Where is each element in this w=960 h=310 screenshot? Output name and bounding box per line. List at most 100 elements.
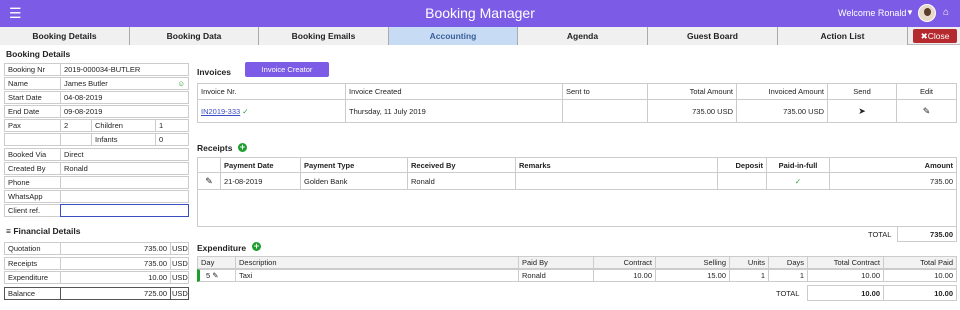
selling-header: Selling [655,256,730,269]
expenditure-selling-cell: 15.00 [655,269,730,282]
invoice-nr-cell: IN2019-333 ✓ [197,99,346,123]
invoiced-amount-header: Invoiced Amount [736,83,828,100]
expenditure-value: 10.00 [60,271,171,284]
sent-to-cell [562,99,648,123]
contract-header: Contract [593,256,656,269]
expenditure-total-paid: 10.00 [883,285,957,301]
avatar[interactable] [918,4,936,22]
expenditure-days-cell: 1 [768,269,808,282]
client-ref-label: Client ref. [4,204,61,217]
payment-type-header: Payment Type [300,157,408,173]
booking-nr-label: Booking Nr [4,63,61,76]
received-by-header: Received By [407,157,516,173]
expenditure-total-contract-cell: 10.00 [807,269,884,282]
created-by-value: Ronald [60,162,189,175]
expenditure-description-cell: Taxi [235,269,519,282]
financial-icon: ≡ [6,226,11,236]
balance-currency: USD [170,287,189,300]
paid-in-full-header: Paid-in-full [766,157,830,173]
invoice-created-cell: Thursday, 11 July 2019 [345,99,563,123]
start-date-label: Start Date [4,91,61,104]
expenditure-units-cell: 1 [729,269,769,282]
close-button[interactable]: ✖Close [913,29,957,43]
user-icon[interactable]: ☺ [177,78,185,89]
tab-booking-data[interactable]: Booking Data [130,27,259,45]
expenditure-title: Expenditure [197,243,247,253]
edit-icon[interactable]: ✎ [896,99,957,123]
app-title: Booking Manager [425,5,535,21]
pax-label: Pax [4,119,61,132]
remarks-cell [515,172,718,190]
created-by-label: Created By [4,162,61,175]
expenditure-total-label: TOTAL [776,289,800,298]
edit-receipt-icon[interactable]: ✎ [197,172,221,190]
name-text: James Butler [64,79,108,88]
name-label: Name [4,77,61,90]
total-paid-header: Total Paid [883,256,957,269]
tab-agenda[interactable]: Agenda [518,27,648,45]
receipts-value: 735.00 [60,257,171,270]
edit-header: Edit [896,83,957,100]
invoice-nr-header: Invoice Nr. [197,83,346,100]
client-ref-input[interactable] [60,204,189,217]
expenditure-total-paid-cell: 10.00 [883,269,957,282]
deposit-cell [717,172,767,190]
tab-guest-board[interactable]: Guest Board [648,27,778,45]
home-icon[interactable]: ⌂ [943,7,949,18]
expenditure-day-cell: 5 ✎ [197,269,236,282]
tab-booking-emails[interactable]: Booking Emails [259,27,389,45]
deposit-header: Deposit [717,157,767,173]
chevron-down-icon[interactable]: ▼ [906,8,914,17]
balance-label: Balance [4,287,61,300]
receipts-total-label: TOTAL [868,230,892,239]
days-header: Days [768,256,808,269]
remarks-header: Remarks [515,157,718,173]
sent-to-header: Sent to [562,83,648,100]
pax-value: 2 [60,119,92,132]
description-header: Description [235,256,519,269]
end-date-value: 09-08-2019 [60,105,189,118]
pax-empty-value [60,133,92,146]
send-icon[interactable]: ➤ [827,99,897,123]
check-icon: ✓ [242,107,249,116]
expenditure-currency: USD [170,271,189,284]
expenditure-contract-cell: 10.00 [593,269,656,282]
name-value: James Butler ☺ [60,77,189,90]
add-expenditure-icon[interactable]: + [252,242,261,251]
balance-value: 725.00 [60,287,171,300]
whatsapp-value [60,190,189,203]
pax-empty-label [4,133,61,146]
tab-booking-details[interactable]: Booking Details [0,27,130,45]
payment-date-header: Payment Date [220,157,301,173]
welcome-text[interactable]: Welcome Ronald [838,8,906,18]
add-receipt-icon[interactable]: + [238,143,247,152]
invoiced-amount-cell: 735.00 USD [736,99,828,123]
receipts-total-value: 735.00 [897,226,957,242]
paid-in-full-check-icon: ✓ [766,172,830,190]
close-icon: ✖ [920,31,928,41]
edit-expenditure-icon[interactable]: ✎ [212,271,218,280]
expenditure-label: Expenditure [4,271,61,284]
invoice-creator-button[interactable]: Invoice Creator [245,62,329,77]
receipts-currency: USD [170,257,189,270]
payment-date-cell: 21-08-2019 [220,172,301,190]
booked-via-value: Direct [60,148,189,161]
total-amount-header: Total Amount [647,83,737,100]
whatsapp-label: WhatsApp [4,190,61,203]
expenditure-day-text: 5 [206,271,211,280]
invoice-link[interactable]: IN2019-333 [201,107,240,116]
financial-title-text: Financial Details [13,226,81,236]
close-label: Close [927,31,950,41]
tab-action-list[interactable]: Action List [778,27,908,45]
units-header: Units [729,256,769,269]
phone-value [60,176,189,189]
payment-type-cell: Golden Bank [300,172,408,190]
tab-bar: Booking Details Booking Data Booking Ema… [0,27,960,45]
infants-label: Infants [91,133,156,146]
financial-details-title: ≡ Financial Details [6,226,80,236]
children-value: 1 [155,119,189,132]
tab-accounting[interactable]: Accounting [389,27,518,45]
end-date-label: End Date [4,105,61,118]
expenditure-total-contract: 10.00 [807,285,884,301]
infants-value: 0 [155,133,189,146]
